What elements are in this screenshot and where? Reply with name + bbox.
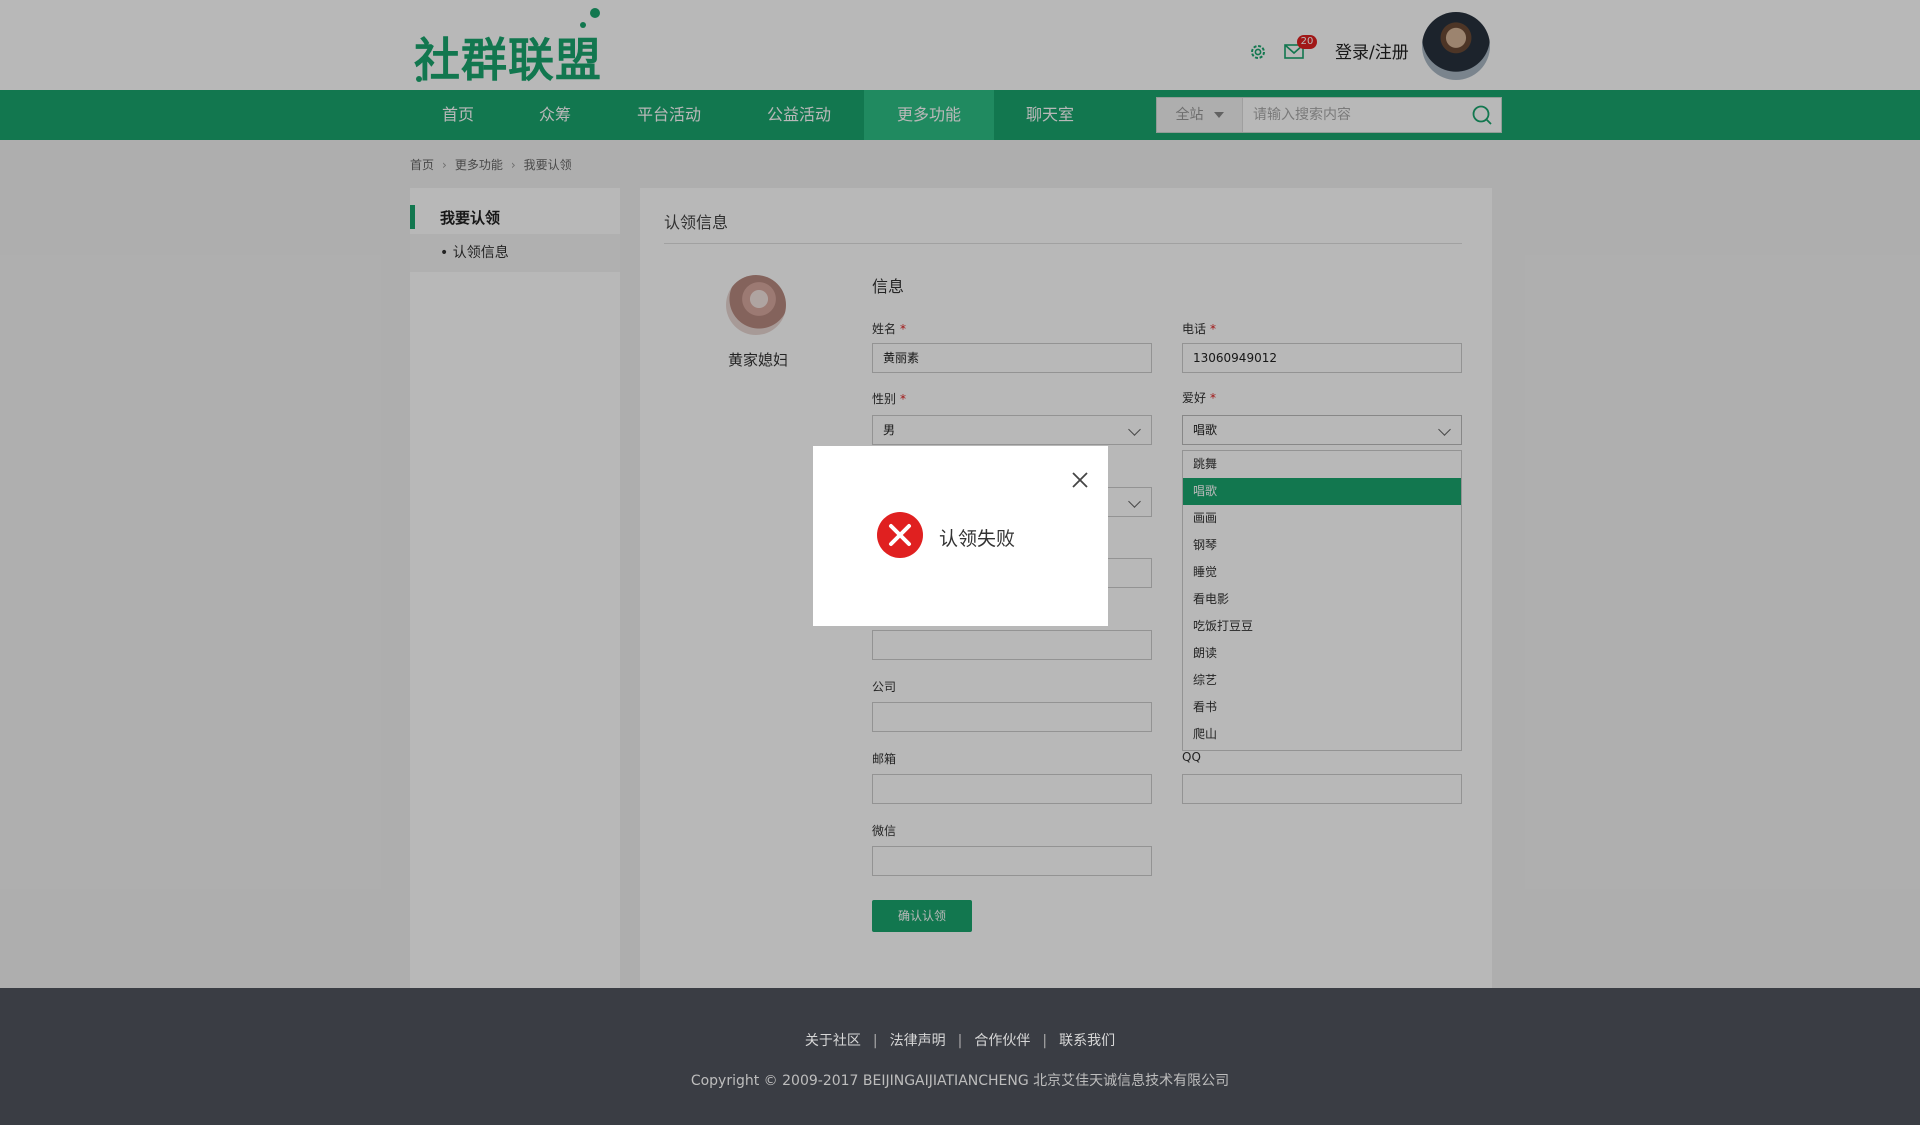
footer-link-partners[interactable]: 合作伙伴: [974, 1033, 1030, 1049]
footer-separator: |: [872, 1033, 878, 1049]
footer-link-about[interactable]: 关于社区: [805, 1033, 861, 1049]
copyright-text: Copyright © 2009-2017 BEIJINGAIJIATIANCH…: [690, 1073, 1230, 1089]
error-message: 认领失败: [939, 528, 1016, 550]
footer-separator: |: [1042, 1033, 1048, 1049]
close-icon[interactable]: [1068, 468, 1092, 492]
footer-separator: |: [957, 1033, 963, 1049]
footer-link-legal[interactable]: 法律声明: [890, 1033, 946, 1049]
footer-link-contact[interactable]: 联系我们: [1059, 1033, 1115, 1049]
site-footer: [0, 988, 1920, 1125]
error-icon: [877, 512, 923, 558]
footer-links: 关于社区 | 法律声明 | 合作伙伴 | 联系我们: [0, 1030, 1920, 1050]
